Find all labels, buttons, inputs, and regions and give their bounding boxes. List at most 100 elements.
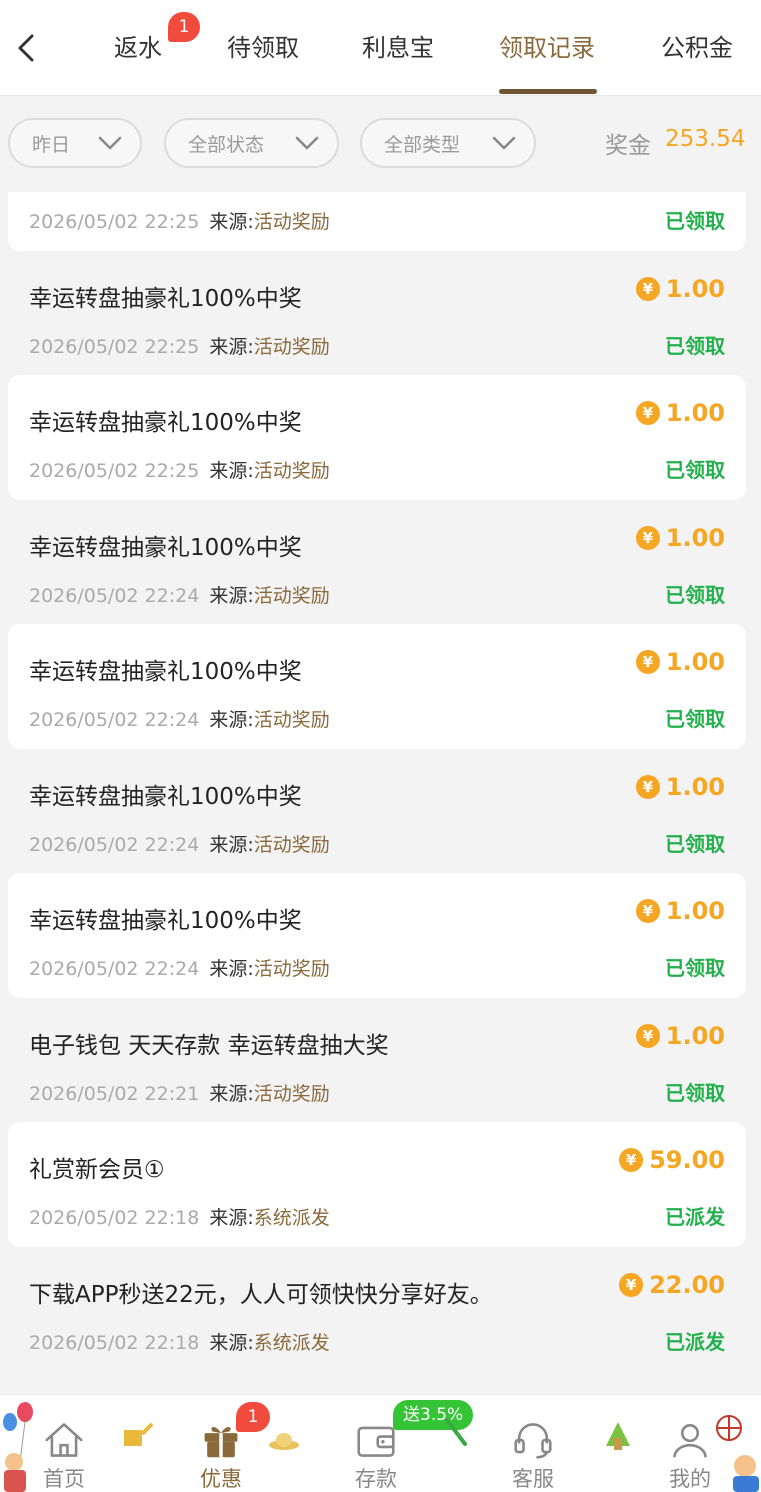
record-source-label: 来源: [209, 335, 254, 358]
nav-support-label: 客服 [512, 1467, 554, 1491]
record-amount: ¥1.00 [635, 1022, 725, 1050]
record-row[interactable]: 幸运转盘抽豪礼100%中奖 2026/05/02 22:24 来源:活动奖励 ¥1.0… [0, 749, 761, 874]
record-title: 幸运转盘抽豪礼100%中奖 [29, 410, 302, 436]
record-status: 已领取 [665, 582, 725, 607]
record-source: 活动奖励 [253, 709, 330, 731]
nav-home-label: 首页 [43, 1467, 85, 1491]
coin-icon: ¥ [635, 774, 660, 799]
bonus-label: 奖金 [605, 133, 651, 159]
nav-deposit-label: 存款 [355, 1467, 397, 1491]
leaf-bundle-icon [606, 1422, 630, 1450]
tab-rebate-badge: 1 [168, 12, 200, 42]
record-meta: 2026/05/02 22:21 来源:活动奖励 [29, 1079, 330, 1106]
record-row[interactable]: 礼赏新会员① 2026/05/02 22:18 来源:系统派发 ¥59.00 已派发 [8, 1122, 746, 1247]
claim-record-list[interactable]: 幸运转盘抽豪礼100%中奖 2026/05/02 22:25来源:活动奖励 ¥1.0… [0, 192, 761, 1392]
record-status: 已领取 [665, 458, 725, 482]
coin-icon: ¥ [635, 276, 660, 301]
record-status: 已派发 [665, 1329, 725, 1354]
record-title: 幸运转盘抽豪礼100%中奖 [29, 659, 302, 685]
record-row[interactable]: 幸运转盘抽豪礼100%中奖 2026/05/02 22:25来源:活动奖励 ¥1.0… [8, 375, 746, 500]
filter-row: 昨日 全部状态 全部类型 奖金 253.54 [0, 96, 761, 192]
record-source: 活动奖励 [253, 833, 330, 856]
tab-interest[interactable]: 利息宝 [362, 28, 434, 68]
record-source-label: 来源: [209, 833, 254, 856]
record-source: 活动奖励 [253, 211, 330, 233]
balloon-decoration-icon [3, 1402, 33, 1492]
record-title: 礼赏新会员① [29, 1157, 165, 1183]
coin-icon: ¥ [635, 650, 660, 674]
record-source-label: 来源: [209, 1207, 254, 1229]
record-time: 2026/05/02 22:24 [29, 584, 200, 607]
record-time: 2026/05/02 22:18 [29, 1207, 200, 1229]
record-status: 已领取 [665, 831, 725, 856]
record-meta: 2026/05/02 22:18 来源:系统派发 [29, 1203, 330, 1230]
record-amount: ¥1.00 [635, 399, 725, 427]
record-time: 2026/05/02 22:18 [29, 1331, 200, 1354]
date-filter-label: 昨日 [32, 133, 71, 156]
record-amount-value: 1.00 [665, 897, 725, 925]
record-meta: 2026/05/02 22:18 来源:系统派发 [29, 1328, 330, 1355]
record-row[interactable]: 幸运转盘抽豪礼100%中奖 2026/05/02 22:24 来源:活动奖励 ¥1.0… [0, 500, 761, 625]
record-status: 已领取 [665, 209, 725, 233]
record-amount-value: 1.00 [665, 772, 725, 801]
record-amount-value: 1.00 [665, 523, 725, 552]
active-tab-indicator [499, 89, 597, 94]
chevron-down-icon [98, 136, 122, 150]
status-filter-dropdown[interactable]: 全部状态 [164, 118, 339, 168]
tab-rebate[interactable]: 返水 [114, 28, 162, 68]
record-amount: ¥1.00 [635, 275, 725, 303]
record-source: 系统派发 [253, 1331, 330, 1354]
record-meta: 2026/05/02 22:25 来源:活动奖励 [29, 456, 330, 483]
record-amount-value: 59.00 [649, 1146, 725, 1174]
date-filter-dropdown[interactable]: 昨日 [8, 118, 142, 168]
windmill-farmer-icon [716, 1415, 759, 1492]
record-amount: ¥1.00 [635, 523, 725, 552]
type-filter-dropdown[interactable]: 全部类型 [360, 118, 536, 168]
record-meta: 2026/05/02 22:24 来源:活动奖励 [29, 581, 330, 608]
coin-icon: ¥ [635, 525, 660, 550]
record-source: 活动奖励 [253, 460, 330, 482]
tab-pending[interactable]: 待领取 [227, 28, 299, 68]
record-amount: ¥1.00 [635, 897, 725, 925]
coin-icon: ¥ [635, 899, 660, 923]
record-status: 已领取 [665, 956, 725, 980]
type-filter-label: 全部类型 [384, 133, 461, 156]
headset-icon [514, 1423, 552, 1459]
record-source-label: 来源: [209, 709, 254, 731]
record-amount: ¥59.00 [619, 1146, 725, 1174]
record-source-label: 来源: [209, 211, 254, 233]
record-title: 下载APP秒送22元，人人可领快快分享好友。 [29, 1281, 493, 1308]
record-source: 活动奖励 [253, 584, 330, 607]
record-status: 已领取 [665, 1080, 725, 1105]
record-row[interactable]: 幸运转盘抽豪礼100%中奖2026/05/02 22:25来源:活动奖励¥1.0… [8, 192, 746, 251]
record-source-label: 来源: [209, 460, 254, 482]
record-title: 幸运转盘抽豪礼100%中奖 [29, 908, 302, 934]
record-row[interactable]: 幸运转盘抽豪礼100%中奖2026/05/02 22:25来源:活动奖励¥1.0… [0, 251, 761, 376]
straw-hat-icon [269, 1433, 299, 1450]
record-row[interactable]: 下载APP秒送22元，人人可领快快分享好友。 2026/05/02 22:18 来源… [0, 1247, 761, 1372]
record-row[interactable]: 幸运转盘抽豪礼100%中奖 2026/05/02 22:24 来源:活动奖励 ¥1.0… [8, 873, 746, 998]
tab-provident-fund[interactable]: 公积金 [661, 28, 733, 68]
record-source-label: 来源: [209, 1082, 254, 1105]
record-amount: ¥1.00 [635, 772, 725, 801]
record-title: 幸运转盘抽豪礼100%中奖 [29, 534, 302, 561]
carrot-icon [445, 1418, 467, 1446]
bottom-navigation: 首页 优惠 存款 客服 我的 [0, 1394, 761, 1492]
back-button[interactable] [6, 28, 46, 68]
watering-can-icon [124, 1422, 154, 1446]
bonus-value: 253.54 [665, 126, 746, 152]
record-status: 已领取 [665, 333, 725, 358]
nav-support[interactable]: 客服 [483, 1395, 583, 1492]
chevron-left-icon [18, 34, 34, 62]
record-meta: 2026/05/02 22:24 来源:活动奖励 [29, 954, 330, 981]
record-source: 活动奖励 [253, 958, 330, 980]
coin-icon: ¥ [635, 1023, 660, 1048]
record-row[interactable]: 幸运转盘抽豪礼100%中奖 2026/05/02 22:24 来源:活动奖励 ¥1.0… [8, 624, 746, 749]
record-amount-value: 22.00 [649, 1270, 725, 1299]
record-row[interactable]: 电子钱包 天天存款 幸运转盘抽大奖 2026/05/02 22:21 来源:活动奖励… [0, 998, 761, 1123]
record-list-inner: 幸运转盘抽豪礼100%中奖 2026/05/02 22:25来源:活动奖励 ¥1.0… [0, 192, 761, 1371]
promotions-badge: 1 [236, 1402, 270, 1432]
chevron-down-icon [295, 136, 319, 150]
coin-icon: ¥ [619, 1272, 644, 1297]
tab-claim-records[interactable]: 领取记录 [499, 28, 595, 68]
